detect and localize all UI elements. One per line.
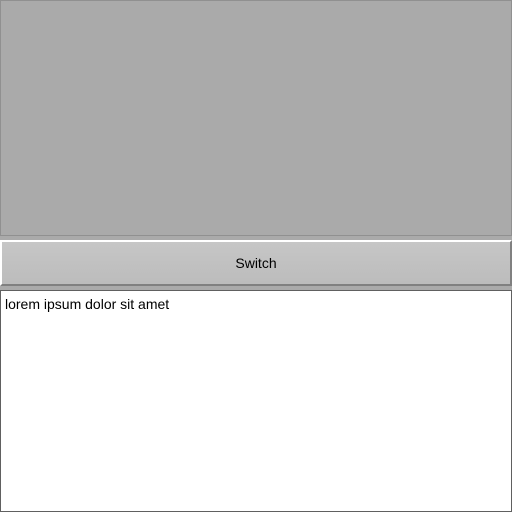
- switch-button[interactable]: Switch: [0, 240, 512, 286]
- text-input[interactable]: [0, 290, 512, 512]
- switch-button-label: Switch: [235, 255, 276, 271]
- main-container: Switch: [0, 0, 512, 512]
- top-panel: [0, 0, 512, 236]
